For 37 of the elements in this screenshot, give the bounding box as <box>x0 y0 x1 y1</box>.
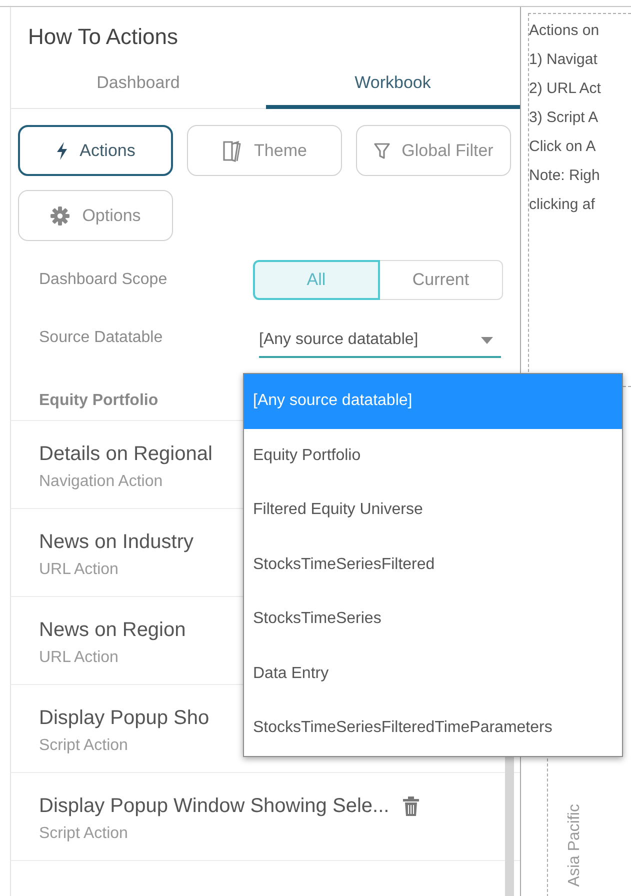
group-header: Equity Portfolio <box>39 392 158 410</box>
dropdown-option[interactable]: Filtered Equity Universe <box>244 483 622 538</box>
field-label: Dashboard Scope <box>39 271 168 289</box>
note-line: Actions on <box>529 21 600 41</box>
axis-label: Asia Pacific <box>566 804 584 887</box>
dropdown-option[interactable]: Equity Portfolio <box>244 428 622 483</box>
panel-title: How To Actions <box>27 23 180 51</box>
dropdown-option[interactable]: StocksTimeSeries <box>244 592 622 646</box>
action-type: URL Action <box>39 561 118 579</box>
caret-icon <box>481 336 493 344</box>
action-title[interactable]: News on Industry <box>39 530 194 554</box>
note-line: Click on A <box>529 137 597 157</box>
action-title[interactable]: Display Popup Sho <box>39 706 210 730</box>
note-line: clicking af <box>529 195 596 215</box>
note-line: 2) URL Act <box>529 79 602 99</box>
note-line: 1) Navigat <box>529 50 598 70</box>
action-title[interactable]: News on Region <box>39 618 186 642</box>
filter-icon <box>374 142 390 160</box>
note-line: 3) Script A <box>529 108 600 128</box>
lightning-icon <box>56 142 68 160</box>
book-icon <box>222 140 242 162</box>
toolbar-button[interactable]: Actions <box>18 125 173 176</box>
field-label: Source Datatable <box>39 329 164 347</box>
dropdown-option[interactable]: StocksTimeSeriesFilteredTimeParameters <box>244 701 622 756</box>
action-type: Script Action <box>39 825 128 843</box>
tab[interactable]: Workbook <box>266 60 520 109</box>
trash-icon[interactable] <box>403 796 420 816</box>
scrollbar[interactable] <box>505 757 514 896</box>
dropdown-option[interactable]: StocksTimeSeriesFiltered <box>244 538 622 592</box>
action-title[interactable]: Details on Regional <box>39 442 212 466</box>
select-field[interactable]: [Any source datatable] <box>259 324 501 358</box>
action-title[interactable]: Display Popup Window Showing Sele... <box>39 794 390 818</box>
action-type: Script Action <box>39 737 128 755</box>
action-type: URL Action <box>39 649 118 667</box>
action-type: Navigation Action <box>39 473 163 491</box>
note-line: Note: Righ <box>529 166 601 186</box>
dropdown-option[interactable]: Data Entry <box>244 646 622 701</box>
